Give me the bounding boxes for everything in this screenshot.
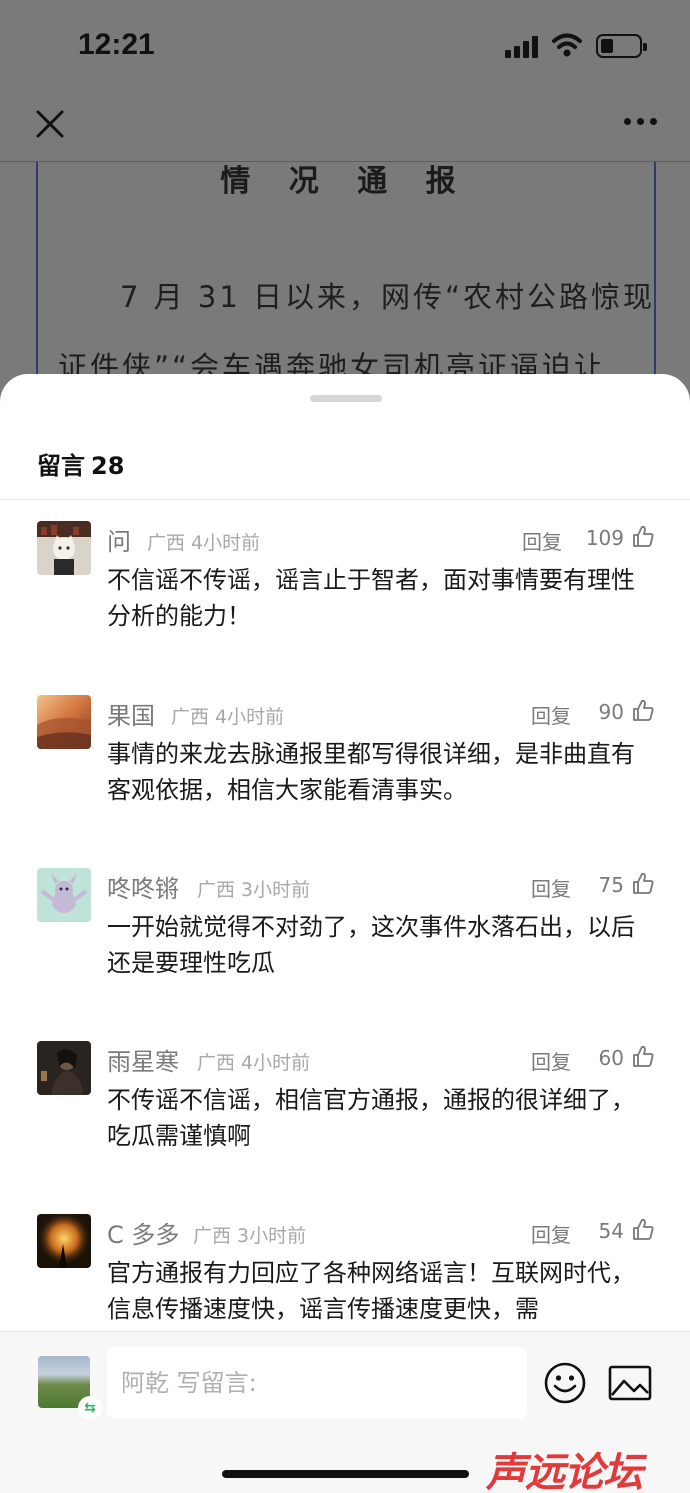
article-title: 情 况 通 报 bbox=[220, 164, 470, 199]
thumbs-up-icon[interactable] bbox=[632, 524, 654, 548]
close-icon[interactable] bbox=[34, 108, 66, 140]
avatar[interactable] bbox=[37, 1214, 91, 1268]
like-count: 54 bbox=[598, 1219, 624, 1243]
comment-author[interactable]: 果国 bbox=[107, 696, 155, 731]
comments-heading-label: 留言 bbox=[37, 452, 85, 480]
comment-item: 咚咚锵 广西 3小时前 回复 75 一开始就觉得不对劲了，这次事件水落石出，以后… bbox=[0, 867, 690, 1037]
cellular-signal-icon bbox=[505, 36, 541, 58]
comment-author[interactable]: 咚咚锵 bbox=[107, 869, 179, 904]
emoji-icon[interactable] bbox=[544, 1362, 586, 1404]
comment-text: 一开始就觉得不对劲了，这次事件水落石出，以后还是要理性吃瓜 bbox=[107, 913, 635, 977]
thumbs-up-icon[interactable] bbox=[632, 871, 654, 895]
avatar[interactable] bbox=[37, 1041, 91, 1095]
comment-text: 不信谣不传谣，谣言止于智者，面对事情要有理性分析的能力！ bbox=[107, 566, 635, 630]
cat-avatar-image bbox=[37, 521, 91, 575]
thumbs-up-icon[interactable] bbox=[632, 698, 654, 722]
comments-count: 28 bbox=[91, 452, 125, 480]
canyon-avatar-image bbox=[37, 695, 91, 749]
comment-meta: 广西 4小时前 bbox=[171, 706, 285, 728]
comment-text: 不传谣不信谣，相信官方通报，通报的很详细了，吃瓜需谨慎啊 bbox=[107, 1086, 635, 1150]
comment-author[interactable]: 问 bbox=[107, 522, 131, 557]
sheet-drag-handle[interactable] bbox=[310, 395, 382, 402]
night-light-avatar-image bbox=[37, 1214, 91, 1268]
status-bar: 12:21 bbox=[0, 0, 690, 90]
dark-portrait-avatar-image bbox=[37, 1041, 91, 1095]
comment-item: 雨星寒 广西 4小时前 回复 60 不传谣不信谣，相信官方通报，通报的很详细了，… bbox=[0, 1040, 690, 1210]
battery-icon bbox=[596, 34, 647, 58]
avatar[interactable] bbox=[37, 868, 91, 922]
comment-item: 果国 广西 4小时前 回复 90 事情的来龙去脉通报里都写得很详细，是非曲直有客… bbox=[0, 694, 690, 864]
like-count: 109 bbox=[585, 526, 624, 550]
avatar[interactable] bbox=[37, 521, 91, 575]
home-indicator[interactable] bbox=[222, 1470, 469, 1478]
comment-meta: 广西 3小时前 bbox=[193, 1225, 307, 1247]
comment-meta: 广西 4小时前 bbox=[147, 532, 261, 554]
comment-item: 问 广西 4小时前 回复 109 不信谣不传谣，谣言止于智者，面对事情要有理性分… bbox=[0, 520, 690, 690]
reply-button[interactable]: 回复 bbox=[531, 873, 571, 902]
image-icon[interactable] bbox=[608, 1365, 652, 1401]
wifi-icon bbox=[552, 33, 582, 57]
cartoon-avatar-image bbox=[37, 868, 91, 922]
reply-button[interactable]: 回复 bbox=[531, 1219, 571, 1248]
comment-text: 事情的来龙去脉通报里都写得很详细，是非曲直有客观依据，相信大家能看清事实。 bbox=[107, 740, 635, 804]
thumbs-up-icon[interactable] bbox=[632, 1044, 654, 1068]
comment-meta: 广西 4小时前 bbox=[197, 1052, 311, 1074]
article-top-nav bbox=[0, 90, 690, 162]
comment-author[interactable]: 雨星寒 bbox=[107, 1042, 179, 1077]
reply-button[interactable]: 回复 bbox=[531, 700, 571, 729]
comments-sheet: 留言 28 问 广西 4小时前 回复 109 不信谣不传谣，谣言止于智者，面对事… bbox=[0, 374, 690, 1493]
more-options-icon[interactable] bbox=[622, 118, 660, 128]
comments-heading: 留言 28 bbox=[37, 446, 124, 481]
comment-author[interactable]: C 多多 bbox=[107, 1215, 179, 1250]
comment-meta: 广西 3小时前 bbox=[197, 879, 311, 901]
divider bbox=[0, 499, 690, 500]
comment-input[interactable]: 阿乾 写留言: bbox=[107, 1347, 527, 1419]
article-paragraph-line: 7 月 31 日以来，网传“农村公路惊现 bbox=[120, 280, 656, 314]
switch-account-icon[interactable]: ⇆ bbox=[78, 1396, 102, 1420]
reply-button[interactable]: 回复 bbox=[522, 526, 562, 555]
thumbs-up-icon[interactable] bbox=[632, 1217, 654, 1241]
avatar[interactable] bbox=[37, 695, 91, 749]
comment-text: 官方通报有力回应了各种网络谣言！互联网时代，信息传播速度快，谣言传播速度更快，需 bbox=[107, 1259, 635, 1323]
like-count: 75 bbox=[598, 873, 624, 897]
like-count: 90 bbox=[598, 700, 624, 724]
comment-input-bar: ⇆ 阿乾 写留言: 声远论坛 bbox=[0, 1331, 690, 1493]
forum-watermark-logo: 声远论坛 bbox=[486, 1450, 643, 1493]
like-count: 60 bbox=[598, 1046, 624, 1070]
reply-button[interactable]: 回复 bbox=[531, 1046, 571, 1075]
status-time: 12:21 bbox=[78, 28, 155, 61]
